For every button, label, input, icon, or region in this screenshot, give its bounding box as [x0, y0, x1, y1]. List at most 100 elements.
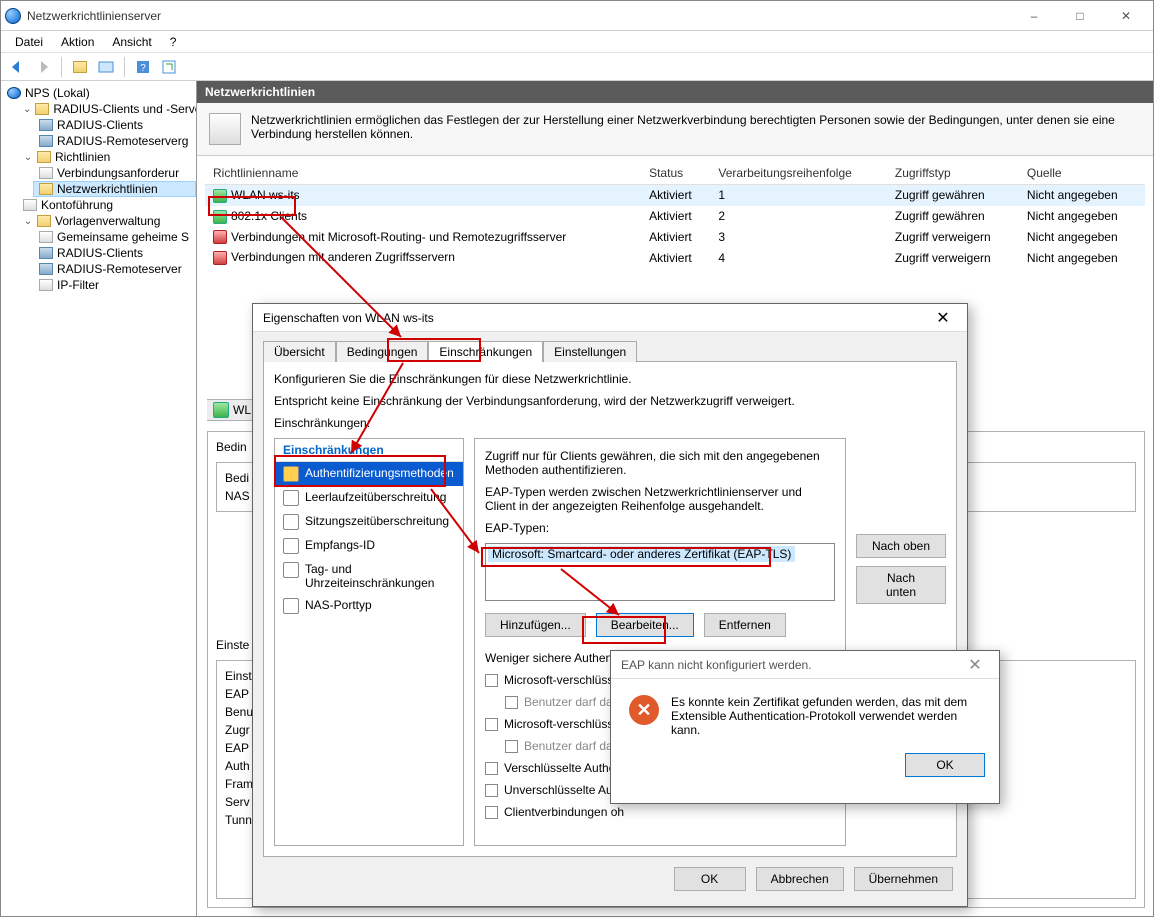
- constraints-list-header: Einschränkungen: [275, 439, 463, 462]
- cell: Zugriff verweigern: [887, 247, 1019, 268]
- eap-types-list[interactable]: Microsoft: Smartcard- oder anderes Zerti…: [485, 543, 835, 601]
- titlebar: Netzwerkrichtlinienserver – □ ✕: [1, 1, 1153, 31]
- error-dialog: EAP kann nicht konfiguriert werden. ✕ ✕ …: [610, 650, 1000, 804]
- clock-icon: [283, 514, 299, 530]
- cancel-button[interactable]: Abbrechen: [756, 867, 844, 891]
- clock-icon: [283, 490, 299, 506]
- toolbar-help-icon[interactable]: ?: [131, 56, 155, 78]
- move-down-button[interactable]: Nach unten: [856, 566, 946, 604]
- maximize-button[interactable]: □: [1057, 1, 1103, 31]
- cell: 4: [710, 247, 886, 268]
- tab-conditions[interactable]: Bedingungen: [336, 341, 429, 362]
- item-label: Empfangs-ID: [305, 538, 375, 552]
- constraint-daytime[interactable]: Tag- und Uhrzeiteinschränkungen: [275, 558, 463, 594]
- tree-root[interactable]: NPS (Lokal): [1, 85, 196, 101]
- tree-label: Verbindungsanforderur: [57, 166, 179, 180]
- calendar-icon: [283, 562, 299, 578]
- server-icon: [39, 119, 53, 131]
- close-button[interactable]: ✕: [1103, 1, 1149, 31]
- tree-radius-remote2[interactable]: RADIUS-Remoteserver: [33, 261, 196, 277]
- constraint-nasport[interactable]: NAS-Porttyp: [275, 594, 463, 618]
- error-close-button[interactable]: ✕: [961, 655, 989, 675]
- tree-radius[interactable]: ⌄RADIUS-Clients und -Serve: [17, 101, 196, 117]
- col-name[interactable]: Richtlinienname: [205, 162, 641, 185]
- col-source[interactable]: Quelle: [1019, 162, 1145, 185]
- tree-shared-secrets[interactable]: Gemeinsame geheime S: [33, 229, 196, 245]
- menu-help[interactable]: ?: [162, 33, 185, 51]
- table-row[interactable]: 802.1x Clients Aktiviert 2 Zugriff gewäh…: [205, 206, 1145, 227]
- intro-text2: Entspricht keine Einschränkung der Verbi…: [274, 394, 946, 408]
- cell: Verbindungen mit Microsoft-Routing- und …: [231, 230, 566, 244]
- table-row[interactable]: Verbindungen mit anderen Zugriffsservern…: [205, 247, 1145, 268]
- forward-button[interactable]: [31, 56, 55, 78]
- info-banner: Netzwerkrichtlinien ermöglichen das Fest…: [197, 103, 1153, 156]
- constraint-session[interactable]: Sitzungszeitüberschreitung: [275, 510, 463, 534]
- window-title: Netzwerkrichtlinienserver: [27, 9, 1011, 23]
- checkbox-icon: [505, 696, 518, 709]
- edit-button[interactable]: Bearbeiten...: [596, 613, 694, 637]
- ok-button[interactable]: OK: [674, 867, 746, 891]
- error-ok-button[interactable]: OK: [905, 753, 985, 777]
- table-row[interactable]: Verbindungen mit Microsoft-Routing- und …: [205, 227, 1145, 248]
- constraints-list: Einschränkungen Authentifizierungsmethod…: [274, 438, 464, 846]
- constraint-called[interactable]: Empfangs-ID: [275, 534, 463, 558]
- toolbar-refresh-icon[interactable]: [157, 56, 181, 78]
- tree-radius-remote[interactable]: RADIUS-Remoteserverg: [33, 133, 196, 149]
- banner-icon: [209, 113, 241, 145]
- checkbox-icon: [505, 740, 518, 753]
- move-up-button[interactable]: Nach oben: [856, 534, 946, 558]
- nps-icon: [7, 87, 21, 99]
- remove-button[interactable]: Entfernen: [704, 613, 786, 637]
- tree-accounting[interactable]: Kontoführung: [17, 197, 196, 213]
- cell: 3: [710, 227, 886, 248]
- eap-type-selected[interactable]: Microsoft: Smartcard- oder anderes Zerti…: [488, 546, 795, 562]
- dialog-close-button[interactable]: ✕: [929, 308, 957, 328]
- tab-overview[interactable]: Übersicht: [263, 341, 336, 362]
- menu-view[interactable]: Ansicht: [104, 33, 159, 51]
- tree-label: Kontoführung: [41, 198, 113, 212]
- constraint-auth[interactable]: Authentifizierungsmethoden: [275, 462, 463, 486]
- menu-file[interactable]: Datei: [7, 33, 51, 51]
- cell: Aktiviert: [641, 206, 710, 227]
- chk-unauth[interactable]: Clientverbindungen oh: [485, 805, 835, 819]
- apply-button[interactable]: Übernehmen: [854, 867, 953, 891]
- tab-constraints[interactable]: Einschränkungen: [428, 341, 543, 362]
- tree-net-policies[interactable]: Netzwerkrichtlinien: [33, 181, 196, 197]
- tab-settings[interactable]: Einstellungen: [543, 341, 637, 362]
- tree-connreq[interactable]: Verbindungsanforderur: [33, 165, 196, 181]
- item-label: NAS-Porttyp: [305, 598, 372, 612]
- col-order[interactable]: Verarbeitungsreihenfolge: [710, 162, 886, 185]
- tree-policies[interactable]: ⌄Richtlinien: [17, 149, 196, 165]
- toolbar-properties-icon[interactable]: [94, 56, 118, 78]
- folder-icon: [37, 215, 51, 227]
- menu-action[interactable]: Aktion: [53, 33, 102, 51]
- tree-label: Vorlagenverwaltung: [55, 214, 160, 228]
- tree-label: Richtlinien: [55, 150, 110, 164]
- cell: 1: [710, 185, 886, 206]
- add-button[interactable]: Hinzufügen...: [485, 613, 586, 637]
- tree-ip-filter[interactable]: IP-Filter: [33, 277, 196, 293]
- tree-radius-clients[interactable]: RADIUS-Clients: [33, 117, 196, 133]
- tree-radius-clients2[interactable]: RADIUS-Clients: [33, 245, 196, 261]
- col-access[interactable]: Zugriffstyp: [887, 162, 1019, 185]
- tree-templates[interactable]: ⌄Vorlagenverwaltung: [17, 213, 196, 229]
- back-button[interactable]: [5, 56, 29, 78]
- cell: Aktiviert: [641, 185, 710, 206]
- error-body: Es konnte kein Zertifikat gefunden werde…: [671, 695, 981, 737]
- table-row[interactable]: WLAN ws-its Aktiviert 1 Zugriff gewähren…: [205, 185, 1145, 206]
- svg-text:?: ?: [140, 63, 146, 74]
- tree-label: Gemeinsame geheime S: [57, 230, 189, 244]
- cell: Verbindungen mit anderen Zugriffsservern: [231, 250, 455, 264]
- cell: WLAN ws-its: [231, 188, 300, 202]
- minimize-button[interactable]: –: [1011, 1, 1057, 31]
- toolbar-folder-icon[interactable]: [68, 56, 92, 78]
- col-status[interactable]: Status: [641, 162, 710, 185]
- cell: Nicht angegeben: [1019, 206, 1145, 227]
- intro-text: Konfigurieren Sie die Einschränkungen fü…: [274, 372, 946, 386]
- app-icon: [5, 8, 21, 24]
- item-label: Tag- und Uhrzeiteinschränkungen: [305, 562, 455, 590]
- constraint-idle[interactable]: Leerlaufzeitüberschreitung: [275, 486, 463, 510]
- content-header: Netzwerkrichtlinien: [197, 81, 1153, 103]
- policy-list: Richtlinienname Status Verarbeitungsreih…: [197, 156, 1153, 274]
- tree-label: IP-Filter: [57, 278, 99, 292]
